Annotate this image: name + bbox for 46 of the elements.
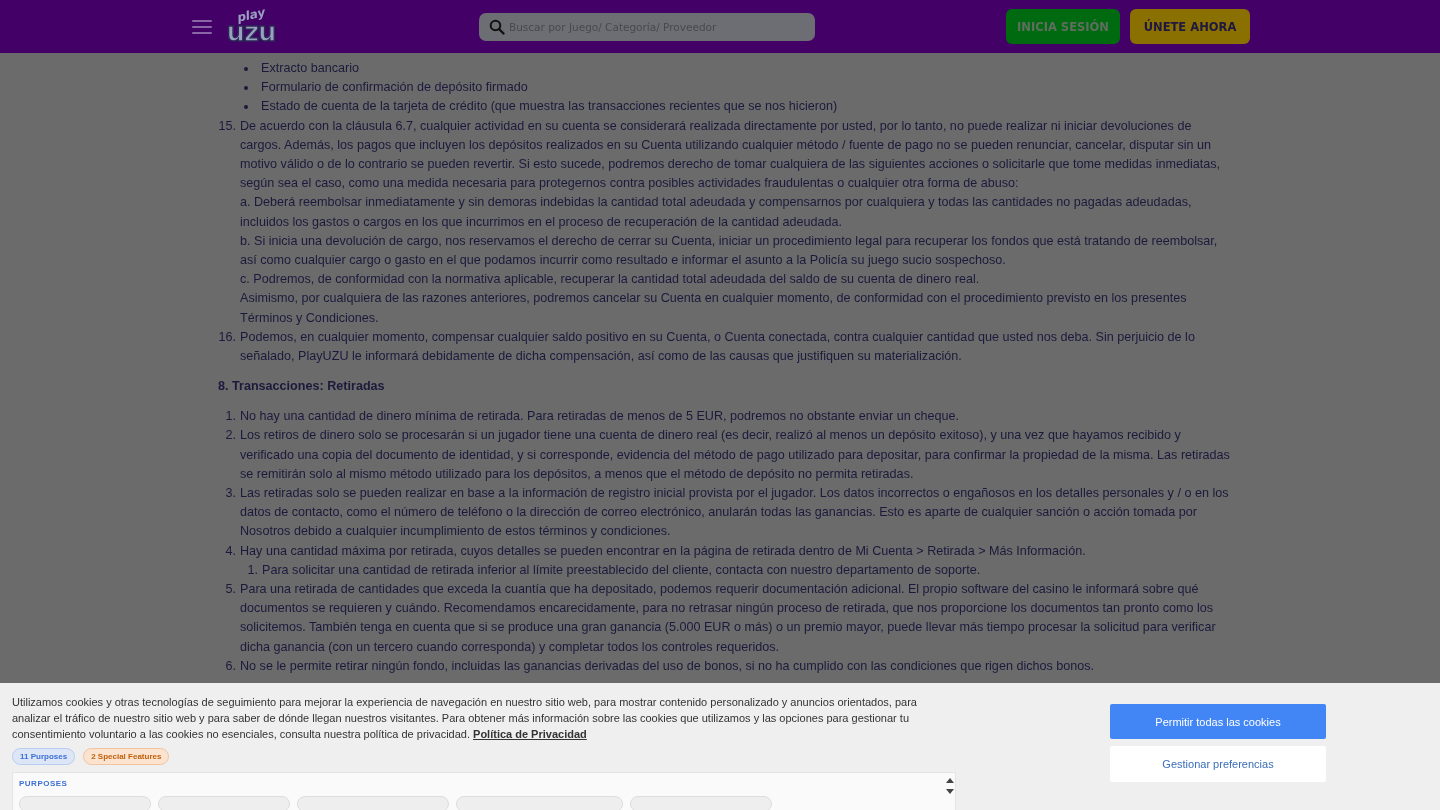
list-item-text: Estado de cuenta de la tarjeta de crédito (que muestra las transacciones recientes que se nos hicieron)	[261, 98, 838, 116]
cookie-notice-text: Utilizamos cookies y otras tecnologías de seguimiento para mejorar la experiencia de navegación en nuestro sitio web, para mostrar contenido personalizado y anuncios orientados, para analizar el tráfico de nuestro sitio web y para saber de dónde llegan nuestros visitantes. Para obtener más información sobre las cookies que utilizamos y las opciones para gestionar tu consentimiento voluntario a las cookies no esenciales, consulta nuestra política de privacidad. Política de Privacidad	[12, 695, 918, 742]
list-item-text: De acuerdo con la cláusula 6.7, cualquier actividad en su cuenta se considerará realizada directamente por usted, por lo tanto, no puede realizar ni iniciar devoluciones de cargos. Además, los pagos que incluyen los depósitos realizados en su Cuenta utilizando cualquier método / fuente de pago no se pueden renunciar, cancelar, disputar sin un motivo válido o de lo contrario se pueden revertir. Si esto sucede, podremos derecho de tomar cualquiera de las siguientes acciones o solicitarle que tome medidas inmediatas, según sea el caso, como una medida necesaria para protegernos contra posibles actividades fraudulentas o cualquier otra forma de abuso:	[240, 117, 1222, 193]
list-item-text: Las retiradas solo se pueden realizar en base a la información de registro inicial provista por el jugador. Los datos incorrectos o engañosos en los detalles personales y / o en los datos de contacto, como el número de teléfono o la dirección de correo electrónico, anularán todas las ganancias. Esto es aparte de cualquier sanción o acción tomada por Nosotros debido a cualquier incumplimiento de estos términos y condiciones.	[240, 485, 1230, 541]
bullet-icon	[244, 104, 248, 109]
list-item-text: Podemos, en cualquier momento, compensar cualquier saldo positivo en su Cuenta, o Cuenta conectada, contra cualquier cantidad que usted nos deba. Sin perjuicio de lo señalado, PlayUZU le informará debidamente de dicha compensación, así como de las causas que justifiquen su materialización.	[240, 328, 1196, 365]
signup-button[interactable]: ÚNETE AHORA	[1130, 9, 1250, 44]
list-item-text: No se le permite retirar ningún fondo, incluidas las ganancias derivadas del uso de bonos, si no ha cumplido con las condiciones que rigen dichos bonos.	[240, 657, 1096, 675]
list-number: 16.	[218, 328, 236, 346]
purpose-chip[interactable]	[456, 796, 623, 810]
list-item-text: Para una retirada de cantidades que exceda la cuantía que ha depositado, podemos requerir documentación adicional. El propio software del casino le informará sobre qué documentos se requieren y cuándo. Recomendamos encarecidamente, para no retrasar ningún proceso de retirada, que nos proporcione los documentos tan pronto como los solicitemos. También tenga en cuenta que si se produce una gran ganancia (5.000 EUR o más) o un premio mayor, puede llevar más tiempo procesar la solicitud para verificar dicha ganancia (con un tercero cuando corresponda) y completar todos los controles requeridos.	[240, 581, 1217, 656]
menu-icon[interactable]	[192, 17, 212, 36]
list-item-text: Asimismo, por cualquiera de las razones anteriores, podremos cancelar su Cuenta en cualquier momento, de conformidad con el procedimiento previsto en los presentes Términos y Condiciones.	[240, 290, 1188, 327]
purpose-chip[interactable]	[630, 796, 772, 810]
list-number: 2.	[224, 427, 236, 445]
scroll-arrows-icon[interactable]	[946, 776, 954, 796]
section-heading: 8. Transacciones: Retiradas	[218, 378, 386, 396]
purpose-chip[interactable]	[158, 796, 290, 810]
logo[interactable]: play uzu	[220, 8, 282, 45]
list-item-text: Extracto bancario	[261, 60, 359, 77]
list-number: 1.	[246, 561, 258, 579]
list-number: 4.	[224, 542, 236, 560]
list-number: 6.	[224, 657, 236, 675]
bullet-icon	[244, 66, 248, 71]
allow-all-button[interactable]: Permitir todas las cookies	[1110, 704, 1326, 739]
list-item-text: a. Deberá reembolsar inmediatamente y sin demoras indebidas la cantidad total adeudada y compensarnos por cualquiera y todas las cantidades no pagadas adeudadas, incluidos los gastos o cargos en los que incurrimos en el proceso de recuperación de la cantidad adeudada.	[240, 194, 1193, 231]
list-item-text: Los retiros de dinero solo se procesarán si un jugador tiene una cuenta de dinero real (es decir, realizó al menos un depósito exitoso), y una vez que hayamos recibido y verificado una copia del documento de identidad, y si corresponde, evidencia del método de pago utilizado para depositar, para confirmar la propiedad de la misma. Las retiradas se remitirán solo al mismo método utilizado para los depósitos, a menos que el método de depósito no permita retiradas.	[240, 427, 1230, 483]
purpose-chip[interactable]	[297, 796, 449, 810]
privacy-policy-link[interactable]: Política de Privacidad	[473, 728, 587, 740]
search-icon	[489, 18, 505, 35]
list-item-text: Hay una cantidad máxima por retirada, cuyos detalles se pueden encontrar en la página de retirada dentro de Mi Cuenta > Retirada > Más Información.	[240, 542, 1087, 560]
list-number: 1.	[224, 408, 236, 426]
list-item-text: b. Si inicia una devolución de cargo, nos reservamos el derecho de cerrar su Cuenta, iniciar un procedimiento legal para recuperar los fondos que está tratando de reembolsar, así como cualquier cargo o gasto en el que podamos incurrir como resultado e informar el asunto a la Policía su juego sucio sospechoso.	[240, 232, 1219, 269]
bullet-icon	[244, 85, 248, 90]
list-item-text: Para solicitar una cantidad de retirada inferior al límite preestablecido del cliente, contacta con nuestro departamento de soporte.	[262, 561, 982, 579]
purposes-heading: PURPOSES	[19, 779, 69, 788]
purpose-chip[interactable]	[19, 796, 151, 810]
features-tag[interactable]: 2 Special Features	[83, 748, 170, 765]
list-item-text: c. Podremos, de conformidad con la normativa aplicable, recuperar la cantidad total adeudada del saldo de su cuenta de dinero real.	[240, 271, 981, 289]
list-item-text: Formulario de confirmación de depósito firmado	[261, 79, 528, 97]
list-item-text: No hay una cantidad de dinero mínima de retirada. Para retiradas de menos de 5 EUR, podremos no obstante enviar un cheque.	[240, 408, 960, 426]
list-number: 3.	[224, 485, 236, 502]
purposes-tag[interactable]: 11 Purposes	[12, 748, 76, 765]
preferences-button[interactable]: Gestionar preferencias	[1110, 746, 1326, 782]
list-number: 15.	[218, 117, 236, 135]
list-number: 5.	[224, 581, 236, 599]
